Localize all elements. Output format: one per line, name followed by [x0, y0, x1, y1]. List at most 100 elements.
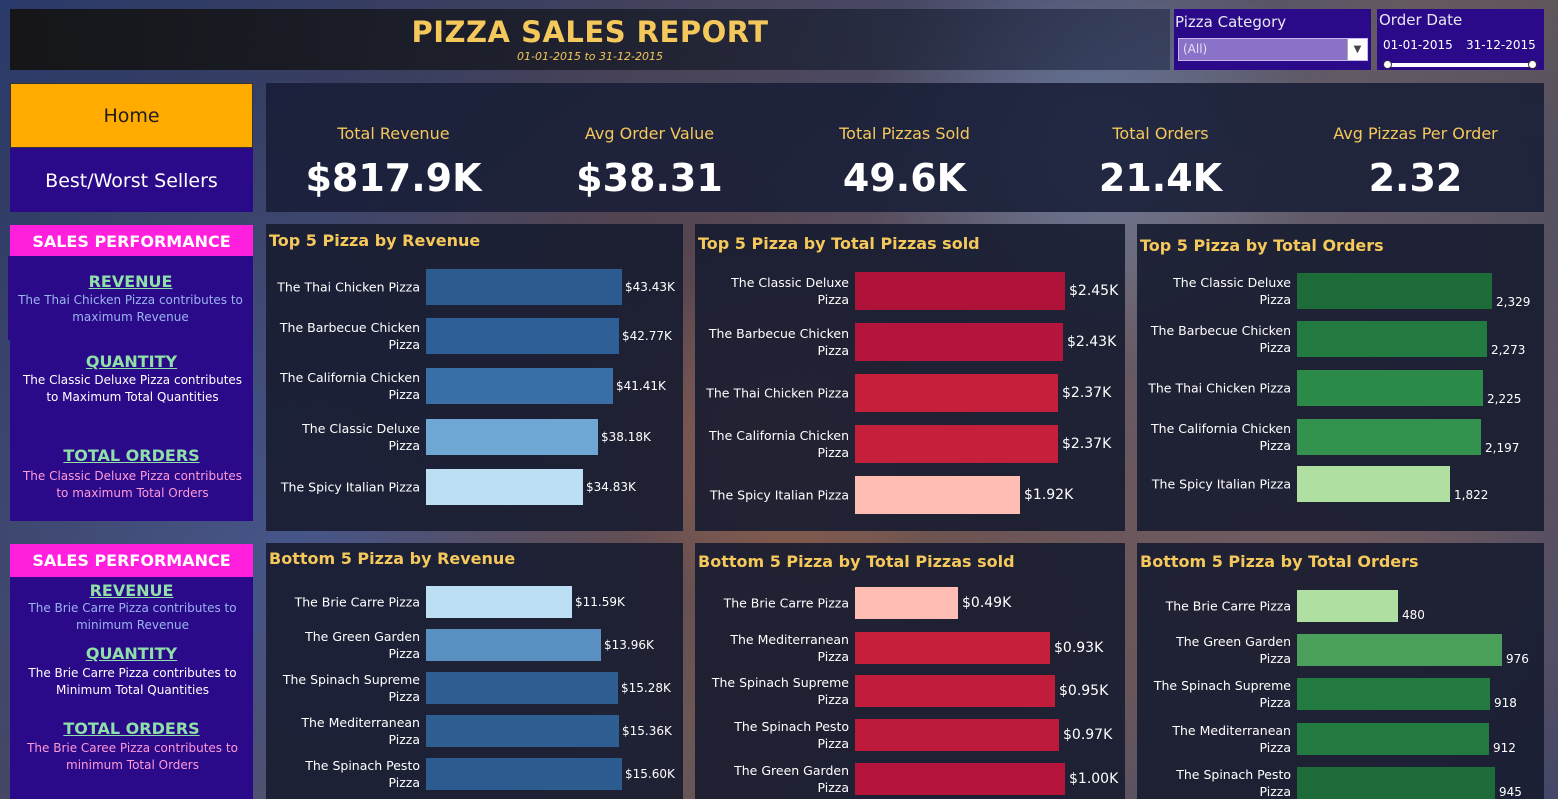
chart-bar[interactable]	[855, 763, 1065, 795]
data-label: 918	[1494, 696, 1517, 710]
pizza-category-dropdown[interactable]: (All) ▼	[1178, 38, 1368, 61]
data-label: $1.00K	[1069, 771, 1119, 787]
sales-card-title: QUANTITY	[85, 644, 178, 663]
sales-quantity-card-top: QUANTITY The Classic Deluxe Pizza contri…	[10, 340, 253, 432]
kpi-total-revenue: Total Revenue $817.9K	[266, 83, 521, 212]
order-date-label: Order Date	[1379, 11, 1463, 29]
chart-bar[interactable]	[1297, 273, 1492, 309]
category-label: The California Chicken Pizza	[709, 428, 849, 460]
kpi-label: Total Orders	[1112, 124, 1209, 143]
nav-best-worst-button[interactable]: Best/Worst Sellers	[10, 148, 253, 212]
chart-bar[interactable]	[855, 374, 1058, 412]
chart-bar[interactable]	[1297, 590, 1398, 622]
category-label: The Mediterranean Pizza	[1172, 723, 1291, 755]
slider-end-handle[interactable]	[1528, 60, 1537, 69]
chart-bar[interactable]	[426, 419, 598, 455]
chart-bar[interactable]	[426, 269, 622, 305]
category-label: The Barbecue Chicken Pizza	[1150, 323, 1291, 355]
data-label: $42.77K	[622, 329, 672, 343]
date-to-value: 31-12-2015	[1466, 38, 1536, 52]
sales-card-desc: The Brie Carre Pizza contributes to Mini…	[28, 666, 237, 697]
category-label: The Brie Carre Pizza	[723, 595, 849, 611]
data-label: 912	[1493, 741, 1516, 755]
data-label: 2,329	[1496, 295, 1531, 309]
data-label: $0.95K	[1059, 683, 1109, 699]
chart-bar[interactable]	[1297, 419, 1481, 455]
data-label: $15.28K	[621, 681, 671, 695]
sales-performance-heading-top: SALES PERFORMANCE	[10, 225, 253, 258]
category-label: The Classic Deluxe Pizza	[731, 275, 849, 307]
chart-bar[interactable]	[426, 318, 619, 354]
category-label: The Barbecue Chicken Pizza	[708, 326, 849, 358]
category-label: The Green Garden Pizza	[1176, 634, 1291, 666]
chart-bar[interactable]	[855, 272, 1065, 310]
sales-performance-heading-bottom: SALES PERFORMANCE	[10, 544, 253, 577]
chart-bar[interactable]	[426, 758, 622, 790]
kpi-value: 21.4K	[1098, 156, 1223, 200]
chart-bar[interactable]	[426, 672, 618, 704]
kpi-value: 49.6K	[842, 156, 967, 200]
slider-start-handle[interactable]	[1383, 60, 1392, 69]
chart-bar[interactable]	[1297, 634, 1502, 666]
chart-top-revenue: Top 5 Pizza by Revenue The Thai Chicken …	[266, 224, 683, 531]
category-label: The Classic Deluxe Pizza	[1173, 275, 1291, 307]
chevron-down-icon[interactable]: ▼	[1347, 39, 1367, 60]
category-label: The Mediterranean Pizza	[730, 632, 849, 664]
data-label: $2.37K	[1062, 436, 1112, 452]
chart-top-pizzas-sold: Top 5 Pizza by Total Pizzas sold The Cla…	[695, 224, 1125, 531]
chart-bar[interactable]	[855, 675, 1055, 707]
data-label: $0.49K	[962, 595, 1012, 611]
kpi-total-pizzas-sold: Total Pizzas Sold 49.6K	[777, 83, 1032, 212]
kpi-total-orders: Total Orders 21.4K	[1033, 83, 1288, 212]
data-label: $2.37K	[1062, 385, 1112, 401]
chart-bar[interactable]	[855, 476, 1020, 514]
category-label: The California Chicken Pizza	[1151, 421, 1291, 453]
sales-card-title: REVENUE	[88, 272, 173, 291]
sales-card-desc: The Brie Carre Pizza contributes to mini…	[28, 601, 237, 632]
report-header: PIZZA SALES REPORT 01-01-2015 to 31-12-2…	[10, 9, 1170, 70]
chart-bar[interactable]	[855, 425, 1058, 463]
category-label: The Spicy Italian Pizza	[709, 487, 849, 503]
category-label: The Thai Chicken Pizza	[706, 385, 849, 401]
chart-bar[interactable]	[426, 715, 619, 747]
chart-bar[interactable]	[1297, 767, 1495, 799]
kpi-strip: Total Revenue $817.9K Avg Order Value $3…	[266, 83, 1544, 212]
chart-bar[interactable]	[1297, 678, 1490, 710]
category-label: The Spinach Supreme Pizza	[1153, 678, 1291, 710]
chart-bar[interactable]	[855, 323, 1063, 361]
chart-title: Bottom 5 Pizza by Revenue	[269, 549, 516, 568]
category-label: The Brie Carre Pizza	[294, 594, 420, 610]
chart-title: Bottom 5 Pizza by Total Pizzas sold	[698, 552, 1015, 571]
chart-bar[interactable]	[426, 469, 583, 505]
data-label: 1,822	[1454, 488, 1489, 502]
category-label: The California Chicken Pizza	[280, 370, 420, 402]
data-label: $2.43K	[1067, 334, 1117, 350]
date-range-slider[interactable]	[1383, 60, 1537, 69]
data-label: 2,225	[1487, 392, 1522, 406]
chart-bar[interactable]	[426, 629, 601, 661]
data-label: $0.97K	[1063, 727, 1113, 743]
chart-bar[interactable]	[426, 586, 572, 618]
category-label: The Spinach Pesto Pizza	[1176, 767, 1291, 799]
kpi-label: Avg Order Value	[584, 124, 715, 143]
chart-bar[interactable]	[1297, 466, 1450, 502]
sales-card-title: QUANTITY	[85, 352, 178, 371]
pizza-category-filter: Pizza Category (All) ▼	[1174, 9, 1371, 70]
chart-bar[interactable]	[1297, 321, 1487, 357]
category-label: The Mediterranean Pizza	[301, 715, 420, 747]
data-label: $41.41K	[616, 379, 666, 393]
chart-bar[interactable]	[855, 587, 958, 619]
data-label: $38.18K	[601, 430, 651, 444]
chart-bar[interactable]	[855, 632, 1050, 664]
chart-bar[interactable]	[1297, 370, 1483, 406]
data-label: 480	[1402, 608, 1425, 622]
sales-card-desc: The Classic Deluxe Pizza contributes to …	[22, 373, 243, 404]
chart-bar[interactable]	[855, 719, 1059, 751]
chart-bar[interactable]	[426, 368, 613, 404]
chart-bar[interactable]	[1297, 723, 1489, 755]
kpi-value: 2.32	[1368, 156, 1463, 200]
chart-top-orders: Top 5 Pizza by Total Orders The Classic …	[1137, 224, 1544, 531]
kpi-avg-pizzas-per-order: Avg Pizzas Per Order 2.32	[1288, 83, 1543, 212]
nav-home-button[interactable]: Home	[10, 83, 253, 148]
chart-bottom-orders: Bottom 5 Pizza by Total Orders The Brie …	[1137, 543, 1544, 799]
